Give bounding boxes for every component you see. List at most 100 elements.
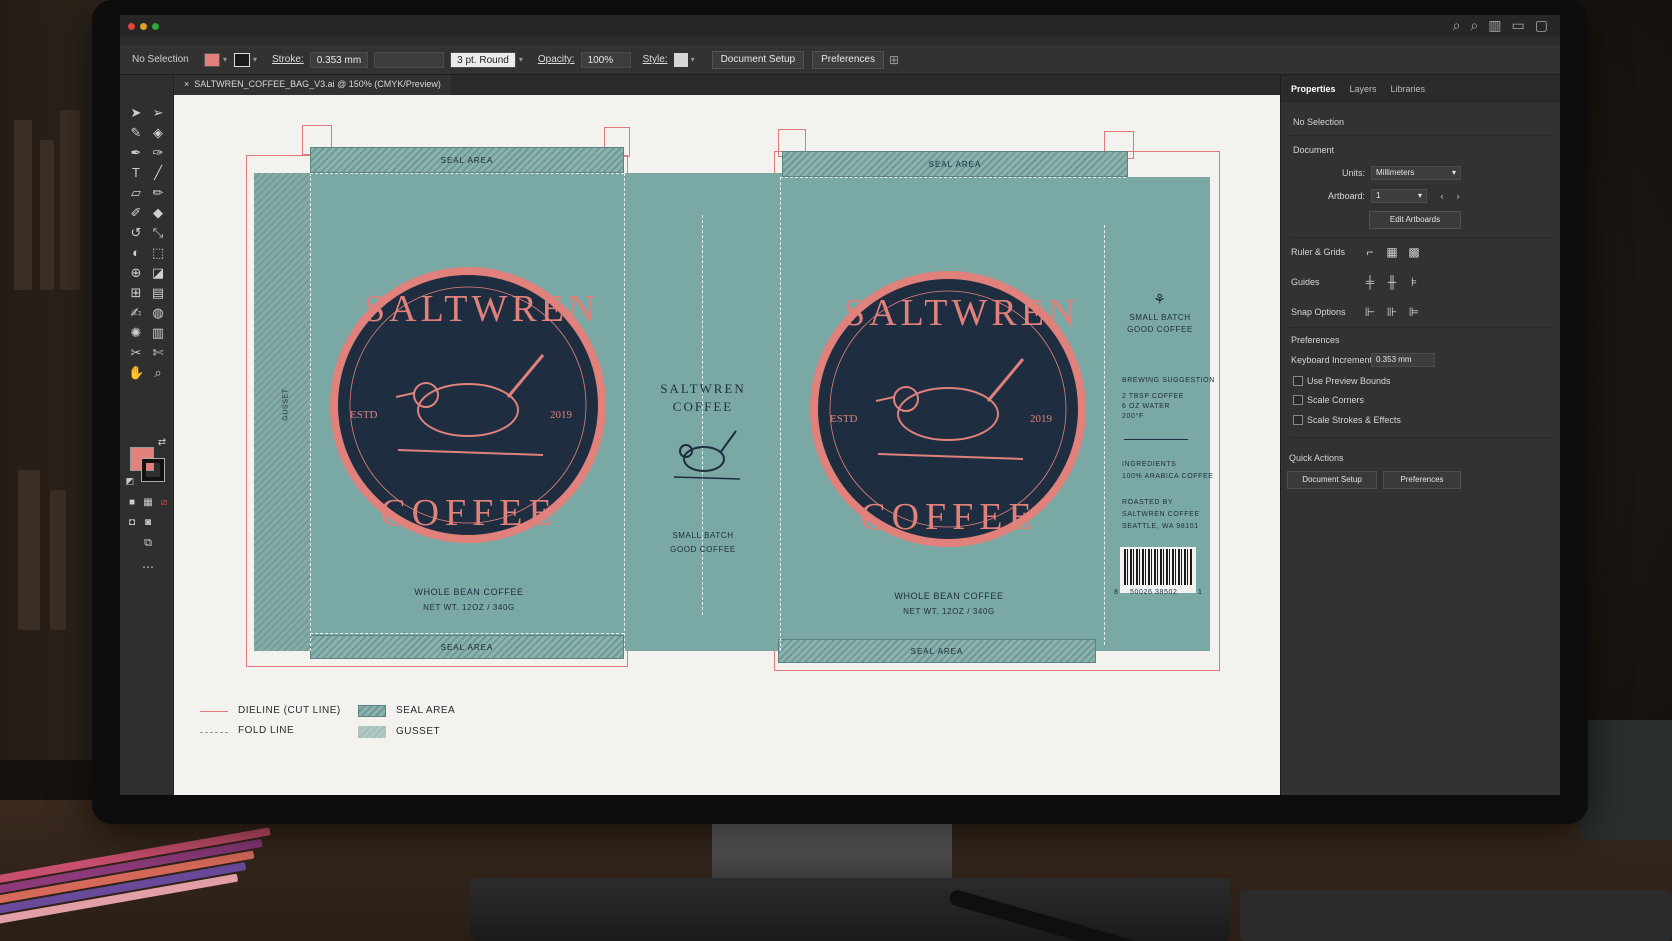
warp-tool-icon[interactable]: ◐ — [128, 245, 144, 261]
eyedropper-icon[interactable]: ✍ — [128, 305, 144, 321]
magic-wand-icon[interactable]: ✎ — [128, 125, 144, 141]
brewing-line-2: 6 OZ WATER — [1122, 403, 1170, 410]
arrange-documents-icon[interactable]: ▥ — [1488, 17, 1501, 34]
zoom-icon[interactable]: ⌕ — [1470, 17, 1478, 34]
free-transform-icon[interactable]: ⬚ — [150, 245, 166, 261]
grid-icon[interactable]: ▦ — [1385, 245, 1399, 259]
tab-properties[interactable]: Properties — [1291, 84, 1336, 94]
mesh-tool-icon[interactable]: ⊞ — [128, 285, 144, 301]
gusset-label: GUSSET — [282, 388, 290, 421]
paintbrush-icon[interactable]: ✏ — [150, 185, 166, 201]
stroke-label[interactable]: Stroke: — [272, 54, 304, 65]
use-preview-bounds-checkbox[interactable] — [1293, 376, 1303, 386]
draw-behind-icon[interactable]: ◙ — [140, 515, 156, 531]
variable-width-field[interactable] — [374, 51, 445, 68]
selection-tool-icon[interactable]: ➤ — [128, 105, 144, 121]
show-guides-icon[interactable]: ╪ — [1363, 275, 1377, 289]
keyboard-increment-field[interactable]: 0.353 mm — [1371, 353, 1435, 367]
fullscreen-icon[interactable]: ▢ — [1535, 17, 1548, 34]
next-artboard-icon[interactable]: › — [1451, 189, 1465, 203]
scale-tool-icon[interactable]: ⤡ — [150, 225, 166, 241]
chevron-down-icon[interactable]: ▾ — [688, 55, 698, 64]
center-brand: SALTWREN — [660, 381, 746, 396]
opacity-field[interactable]: 100% — [580, 51, 631, 68]
quick-actions-heading: Quick Actions — [1289, 453, 1344, 463]
perspective-grid-icon[interactable]: ◪ — [150, 265, 166, 281]
minimize-window-button[interactable] — [140, 23, 147, 30]
ruler-icon[interactable]: ⌐ — [1363, 245, 1377, 259]
pen-tool-icon[interactable]: ✒ — [128, 145, 144, 161]
book — [40, 140, 54, 290]
slice-tool-icon[interactable]: ✄ — [150, 345, 166, 361]
chevron-down-icon[interactable]: ▾ — [250, 55, 260, 64]
shape-builder-icon[interactable]: ⊕ — [128, 265, 144, 281]
left-whole-bean: WHOLE BEAN COFFEE — [414, 587, 524, 597]
document-setup-button[interactable]: Document Setup — [711, 50, 805, 69]
close-icon[interactable]: × — [184, 79, 189, 89]
transparency-grid-icon[interactable]: ▩ — [1407, 245, 1421, 259]
drawing-tablet — [470, 878, 1230, 941]
eraser-icon[interactable]: ◆ — [150, 205, 166, 221]
stroke-color-swatch[interactable] — [141, 458, 165, 482]
direct-selection-tool-icon[interactable]: ➢ — [150, 105, 166, 121]
scale-corners-checkbox[interactable] — [1293, 395, 1303, 405]
smart-guides-icon[interactable]: ⊧ — [1407, 275, 1421, 289]
chevron-down-icon[interactable]: ▾ — [220, 55, 230, 64]
close-window-button[interactable] — [128, 23, 135, 30]
document-tab-label: SALTWREN_COFFEE_BAG_V3.ai @ 150% (CMYK/P… — [194, 79, 441, 89]
rotate-tool-icon[interactable]: ↺ — [128, 225, 144, 241]
qa-document-setup-button[interactable]: Document Setup — [1287, 471, 1377, 489]
opacity-label[interactable]: Opacity: — [538, 54, 575, 65]
align-icon[interactable]: ⊞ — [884, 53, 904, 67]
hand-tool-icon[interactable]: ✋ — [128, 365, 144, 381]
stroke-swatch[interactable] — [234, 52, 250, 67]
fold-line — [780, 177, 1126, 178]
document-tab[interactable]: × SALTWREN_COFFEE_BAG_V3.ai @ 150% (CMYK… — [174, 75, 451, 95]
snap-to-point-icon[interactable]: ⊩ — [1363, 305, 1377, 319]
snap-to-glyph-icon[interactable]: ⊫ — [1407, 305, 1421, 319]
units-select[interactable]: Millimeters ▾ — [1371, 166, 1461, 180]
qa-preferences-button[interactable]: Preferences — [1383, 471, 1461, 489]
chevron-down-icon: ▾ — [1417, 191, 1422, 200]
snap-to-pixel-icon[interactable]: ⊪ — [1385, 305, 1399, 319]
swap-colors-icon[interactable]: ⇄ — [154, 435, 170, 451]
chevron-down-icon[interactable]: ▾ — [516, 55, 526, 64]
column-graph-icon[interactable]: ▥ — [150, 325, 166, 341]
tab-libraries[interactable]: Libraries — [1391, 84, 1426, 94]
tab-layers[interactable]: Layers — [1350, 84, 1377, 94]
line-tool-icon[interactable]: ╱ — [150, 165, 166, 181]
blend-tool-icon[interactable]: ◍ — [150, 305, 166, 321]
symbol-sprayer-icon[interactable]: ✺ — [128, 325, 144, 341]
preferences-button[interactable]: Preferences — [812, 50, 884, 69]
workspace-icon[interactable]: ▭ — [1512, 17, 1525, 34]
gradient-tool-icon[interactable]: ▤ — [150, 285, 166, 301]
previous-artboard-icon[interactable]: ‹ — [1435, 189, 1449, 203]
screen-mode-icon[interactable]: ⧉ — [140, 535, 156, 551]
shaper-tool-icon[interactable]: ✐ — [128, 205, 144, 221]
keyboard-increment-label: Keyboard Increment: — [1291, 355, 1375, 365]
edit-artboards-button[interactable]: Edit Artboards — [1369, 211, 1461, 229]
default-colors-icon[interactable]: ◩ — [122, 473, 138, 489]
draw-mode-icon[interactable]: ◘ — [124, 515, 140, 531]
rectangle-tool-icon[interactable]: ▱ — [128, 185, 144, 201]
color-mode-icon[interactable]: ■ — [124, 495, 140, 511]
scale-strokes-checkbox[interactable] — [1293, 415, 1303, 425]
stroke-weight-field[interactable]: 0.353 mm — [309, 51, 369, 68]
more-tools-icon[interactable]: ⋯ — [140, 559, 156, 575]
type-tool-icon[interactable]: T — [128, 165, 144, 181]
maximize-window-button[interactable] — [152, 23, 159, 30]
brush-definition-field[interactable]: 3 pt. Round — [450, 51, 516, 68]
search-icon[interactable]: ⌕ — [1453, 17, 1461, 34]
zoom-tool-icon[interactable]: ⌕ — [150, 365, 166, 381]
fill-swatch[interactable] — [204, 52, 220, 67]
lasso-icon[interactable]: ◈ — [150, 125, 166, 141]
gradient-mode-icon[interactable]: ▦ — [140, 495, 156, 511]
graphic-style-swatch[interactable] — [673, 52, 688, 67]
lock-guides-icon[interactable]: ╫ — [1385, 275, 1399, 289]
artboard-select[interactable]: 1 ▾ — [1371, 189, 1427, 203]
artboard-canvas[interactable]: GUSSET SEAL AREA SEAL AREA SEAL AREA SEA… — [174, 95, 1280, 795]
none-mode-icon[interactable]: ⧄ — [156, 495, 172, 511]
curvature-tool-icon[interactable]: ✑ — [150, 145, 166, 161]
legend-seal-swatch — [358, 705, 386, 717]
artboard-tool-icon[interactable]: ✂ — [128, 345, 144, 361]
